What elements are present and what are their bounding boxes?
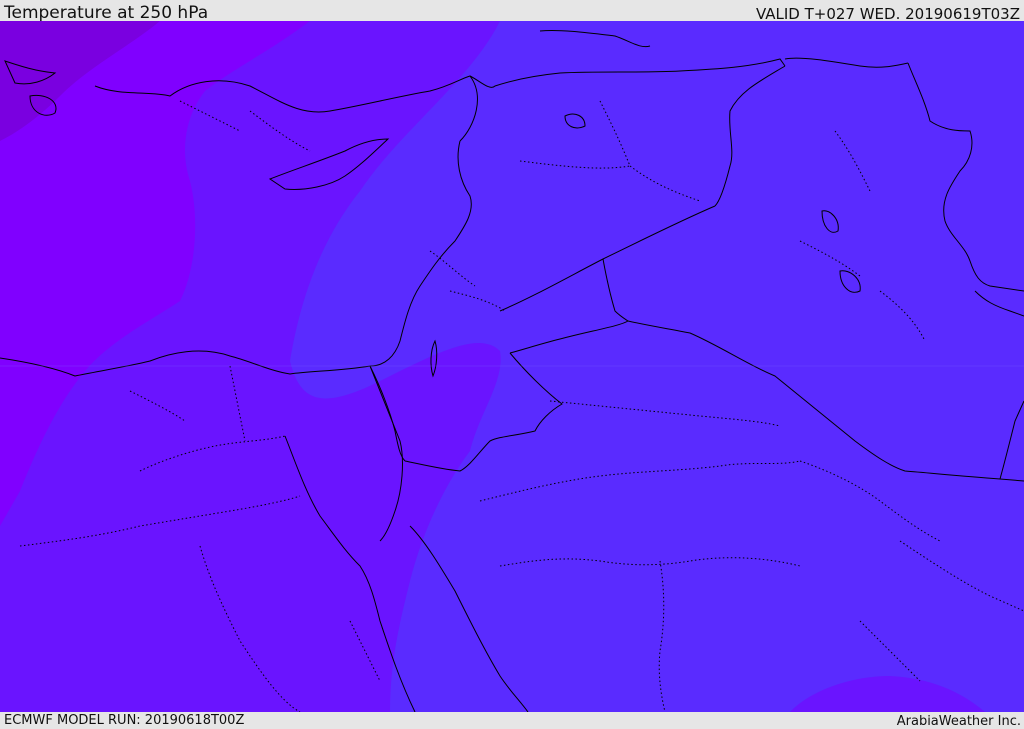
map-title: Temperature at 250 hPa xyxy=(4,3,209,23)
map-panel[interactable] xyxy=(0,21,1024,712)
credit-label: ArabiaWeather Inc. xyxy=(896,714,1021,729)
footer-bar: ECMWF MODEL RUN: 20190618T00Z ArabiaWeat… xyxy=(0,712,1024,729)
model-run-label: ECMWF MODEL RUN: 20190618T00Z xyxy=(4,713,245,728)
header-bar: Temperature at 250 hPa VALID T+027 WED. … xyxy=(0,0,1024,23)
weather-map[interactable] xyxy=(0,21,1024,712)
